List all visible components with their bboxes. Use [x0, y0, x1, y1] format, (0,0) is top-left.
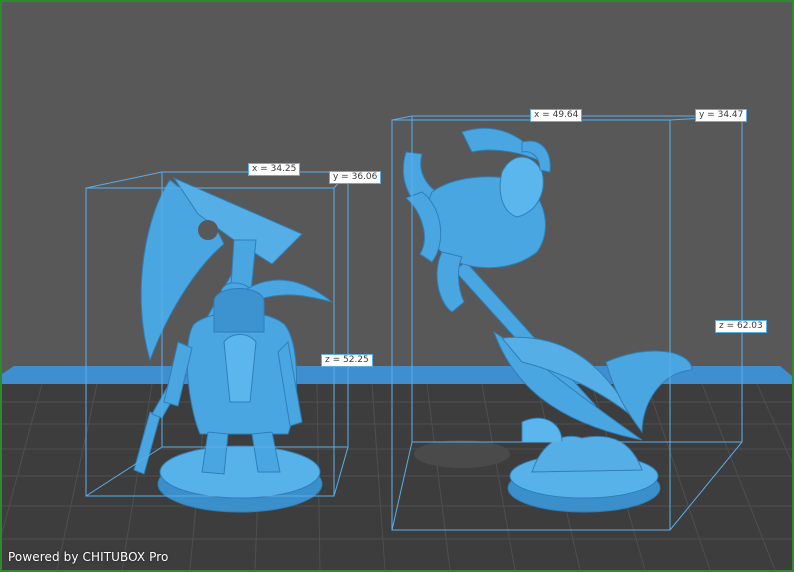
model2-y-dimension: y = 34.47: [695, 109, 748, 122]
build-scene[interactable]: [2, 2, 792, 570]
3d-viewport[interactable]: x = 34.25 y = 36.06 z = 52.25 x = 49.64 …: [2, 2, 792, 570]
model1-y-dimension: y = 36.06: [329, 171, 382, 184]
model2-z-dimension: z = 62.03: [715, 320, 767, 333]
model1-z-dimension: z = 52.25: [321, 354, 373, 367]
build-plate: [2, 366, 792, 570]
model1-x-dimension: x = 34.25: [248, 163, 301, 176]
model-shadow: [414, 440, 510, 468]
powered-by-watermark: Powered by CHITUBOX Pro: [8, 550, 169, 564]
model2-x-dimension: x = 49.64: [530, 109, 583, 122]
